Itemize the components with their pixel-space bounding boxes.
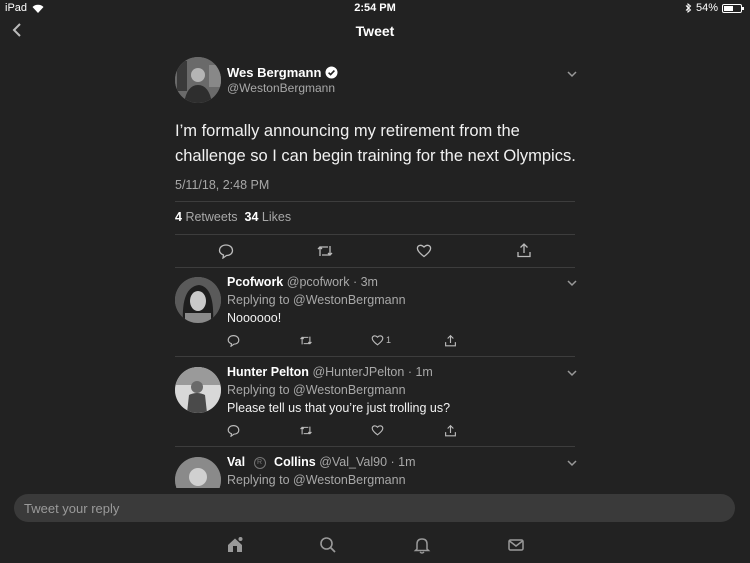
like-heart-icon[interactable]: [416, 243, 432, 258]
reply-actions: [227, 424, 457, 440]
reply-item[interactable]: Hunter Pelton @HunterJPelton · 1m Replyi…: [175, 357, 578, 446]
reply-icon[interactable]: [218, 243, 234, 259]
reply-options-chevron-icon[interactable]: [566, 369, 578, 377]
reply-author[interactable]: Pcofwork @pcofwork · 3m: [227, 275, 378, 289]
reply-input[interactable]: [14, 494, 735, 522]
notifications-icon[interactable]: [413, 536, 431, 554]
divider: [175, 201, 575, 202]
status-bar: iPad 2:54 PM 54%: [0, 0, 750, 16]
reply-icon[interactable]: [227, 424, 240, 437]
reply-author[interactable]: Hunter Pelton @HunterJPelton · 1m: [227, 365, 433, 379]
tweet-timestamp: 5/11/18, 2:48 PM: [175, 178, 270, 192]
tweet-options-chevron-icon[interactable]: [566, 70, 578, 78]
home-icon[interactable]: [226, 536, 244, 554]
reply-icon[interactable]: [227, 334, 240, 347]
like-stat[interactable]: 34 Likes: [245, 210, 292, 224]
retweet-icon[interactable]: [299, 334, 313, 347]
like-count: 1: [386, 335, 392, 345]
search-icon[interactable]: [319, 536, 337, 554]
author-name[interactable]: Wes Bergmann: [227, 65, 321, 80]
reply-text: Noooooo!: [227, 311, 282, 325]
reply-item[interactable]: Pcofwork @pcofwork · 3m Replying to @Wes…: [175, 267, 578, 356]
verified-badge-icon: [325, 66, 338, 79]
reply-avatar[interactable]: [175, 457, 221, 488]
tweet-text: I’m formally announcing my retirement fr…: [175, 122, 576, 165]
reply-text: Please tell us that you’re just trolling…: [227, 401, 451, 415]
tweet-actions: [175, 240, 575, 260]
author-avatar[interactable]: [175, 57, 221, 103]
reply-author[interactable]: Val R Collins @Val_Val90 · 1m: [227, 455, 416, 469]
reply-avatar[interactable]: [175, 277, 221, 323]
retweet-stat[interactable]: 4 Retweets: [175, 210, 238, 224]
divider: [175, 234, 575, 235]
like-heart-icon[interactable]: [371, 424, 384, 436]
tab-bar: [0, 528, 750, 563]
replying-to[interactable]: Replying to @WestonBergmann: [227, 383, 406, 397]
like-button[interactable]: 1: [371, 334, 391, 346]
replying-to[interactable]: Replying to @WestonBergmann: [227, 293, 406, 307]
reply-avatar[interactable]: [175, 367, 221, 413]
replying-to[interactable]: Replying to @WestonBergmann: [227, 473, 406, 487]
share-icon[interactable]: [444, 334, 457, 347]
battery-percent: 54%: [695, 2, 718, 14]
status-time: 2:54 PM: [354, 2, 396, 14]
share-icon[interactable]: [516, 242, 532, 258]
reply-item[interactable]: Val R Collins @Val_Val90 · 1m Replying t…: [175, 447, 578, 488]
reply-options-chevron-icon[interactable]: [566, 279, 578, 287]
reply-composer: [0, 488, 750, 528]
battery-fill: [724, 5, 733, 11]
registered-icon: R: [253, 456, 266, 469]
nav-bar: Tweet: [0, 16, 750, 46]
share-icon[interactable]: [444, 424, 457, 437]
retweet-icon[interactable]: [299, 424, 313, 437]
tweet-detail: Wes Bergmann @WestonBergmann I’m formall…: [0, 47, 750, 488]
like-heart-icon: [371, 335, 384, 346]
bluetooth-icon: [685, 3, 692, 13]
battery-icon: [722, 3, 744, 13]
messages-icon[interactable]: [507, 536, 525, 554]
reply-options-chevron-icon[interactable]: [566, 459, 578, 467]
reply-actions: 1: [227, 334, 457, 350]
author-handle[interactable]: @WestonBergmann: [227, 81, 335, 95]
author-name-row[interactable]: Wes Bergmann: [227, 65, 338, 80]
tweet-stats: 4 Retweets 34 Likes: [175, 210, 291, 224]
retweet-icon[interactable]: [316, 243, 334, 259]
page-title: Tweet: [355, 23, 395, 39]
